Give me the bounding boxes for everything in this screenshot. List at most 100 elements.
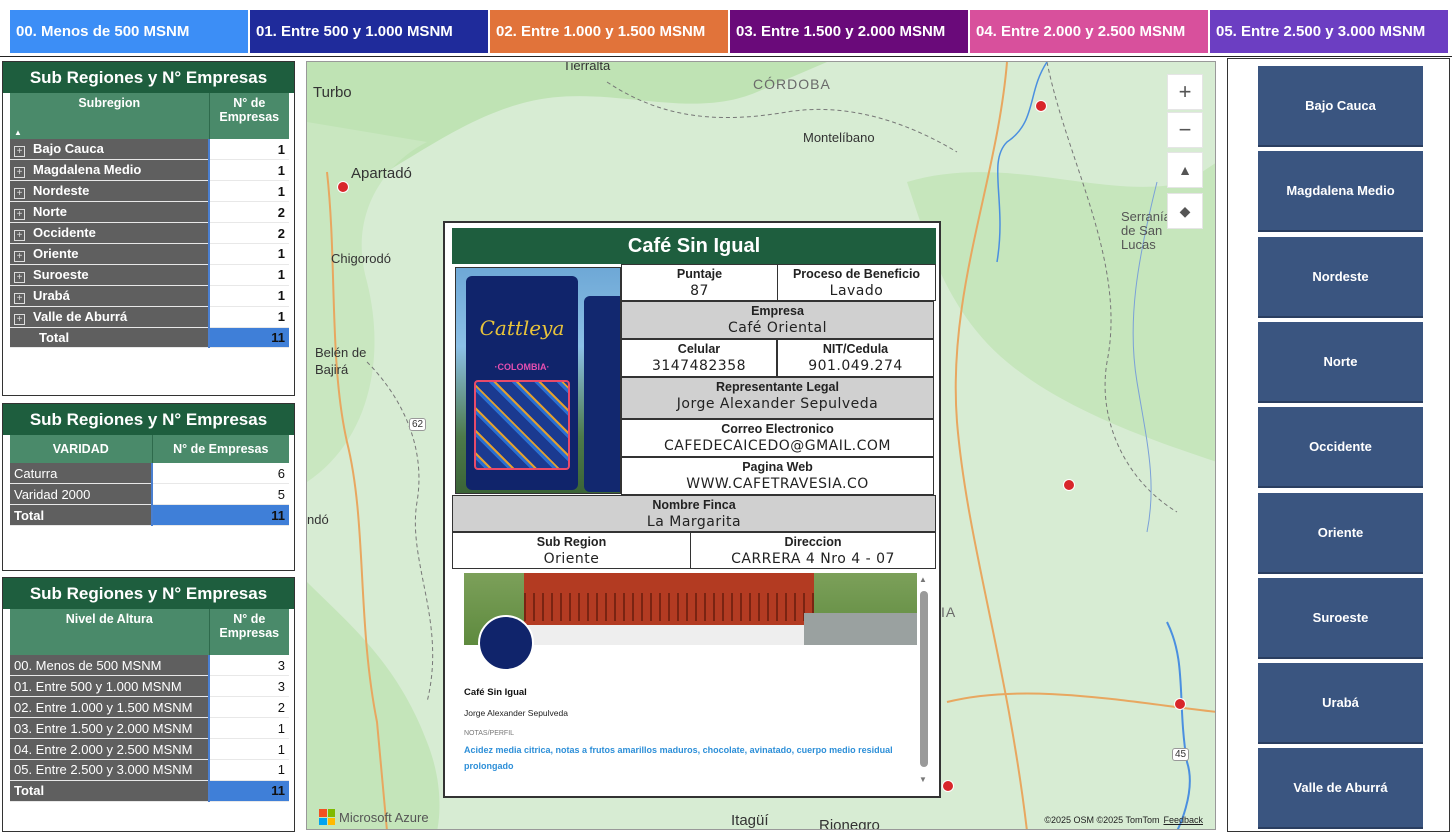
slicer-button[interactable]: Norte (1258, 321, 1423, 403)
legend-item[interactable]: 05. Entre 2.500 y 3.000 MSNM (1210, 10, 1448, 53)
expand-icon[interactable]: + (14, 167, 25, 179)
slicer-button[interactable]: Valle de Aburrá (1258, 748, 1423, 830)
table-row[interactable]: + Occidente 2 (10, 222, 289, 244)
map-marker[interactable] (942, 780, 954, 792)
map-label-itagui: Itagüí (731, 812, 769, 829)
row-label: Caturra (14, 465, 58, 481)
tilt-icon[interactable]: ▲ (1167, 152, 1203, 188)
expand-icon[interactable]: + (14, 292, 25, 304)
scroll-thumb[interactable] (920, 591, 928, 767)
expand-icon[interactable]: + (14, 146, 25, 158)
row-label-cell: + Urabá (10, 285, 210, 307)
slicer-button[interactable]: Occidente (1258, 407, 1423, 489)
legend-item[interactable]: 00. Menos de 500 MSNM (10, 10, 248, 53)
expand-icon[interactable]: + (14, 209, 25, 221)
table-row[interactable]: + Nordeste 1 (10, 180, 289, 203)
legend-item[interactable]: 04. Entre 2.000 y 2.500 MSNM (970, 10, 1208, 53)
table-row[interactable]: 00. Menos de 500 MSNM 3 (10, 655, 289, 677)
expand-icon[interactable]: + (14, 313, 25, 325)
map-label-turbo: Turbo (313, 84, 352, 101)
celular-label: Celular (677, 342, 721, 356)
column-header-variety[interactable]: VARIDAD (10, 435, 152, 463)
row-label: 05. Entre 2.500 y 3.000 MSNM (14, 762, 193, 778)
map-label-tierralta: Tierralta (563, 61, 611, 73)
feedback-link[interactable]: Feedback (1163, 815, 1203, 825)
correo-label: Correo Electronico (721, 422, 834, 436)
total-row: Total 11 (10, 504, 289, 527)
direccion-label: Direccion (784, 535, 842, 549)
table-row[interactable]: Caturra 6 (10, 463, 289, 485)
column-header-altitude[interactable]: Nivel de Altura (10, 609, 209, 655)
post-author: Café Sin Igual (464, 687, 527, 698)
slicer-button[interactable]: Magdalena Medio (1258, 151, 1423, 233)
expand-icon[interactable]: + (14, 271, 25, 283)
finca-label: Nombre Finca (652, 498, 736, 512)
puntaje-value: 87 (690, 283, 709, 299)
table-row[interactable]: + Bajo Cauca 1 (10, 139, 289, 161)
slicer-button[interactable]: Suroeste (1258, 577, 1423, 659)
table-row[interactable]: 04. Entre 2.000 y 2.500 MSNM 1 (10, 738, 289, 760)
table-row[interactable]: 01. Entre 500 y 1.000 MSNM 3 (10, 675, 289, 698)
column-header-count[interactable]: N° de Empresas (208, 93, 289, 139)
empresa-value: Café Oriental (728, 320, 827, 336)
row-label: Bajo Cauca (33, 141, 104, 157)
row-value: 3 (209, 655, 289, 677)
map-marker[interactable] (1035, 100, 1047, 112)
expand-icon[interactable]: + (14, 188, 25, 200)
column-header-count[interactable]: N° de Empresas (208, 609, 289, 655)
direccion-value: CARRERA 4 Nro 4 - 07 (731, 551, 895, 567)
total-row: Total 11 (10, 780, 289, 802)
compass-icon[interactable]: ◆ (1167, 193, 1203, 229)
map-label-rionegro: Rionegro (819, 817, 880, 830)
variety-table: VARIDAD N° de Empresas Caturra 6 Varidad 2… (10, 435, 289, 527)
expand-icon[interactable]: + (14, 230, 25, 241)
legend-item[interactable]: 03. Entre 1.500 y 2.000 MSNM (730, 10, 968, 53)
map-label-montelibano: Montelíbano (803, 130, 875, 145)
scroll-up-icon[interactable]: ▲ (919, 575, 927, 584)
table-row[interactable]: 05. Entre 2.500 y 3.000 MSNM 1 (10, 759, 289, 781)
map-marker[interactable] (1174, 698, 1186, 710)
row-label: 04. Entre 2.000 y 2.500 MSNM (14, 741, 193, 757)
social-post: Café Sin Igual Jorge Alexander Sepulveda… (458, 571, 928, 791)
coffee-bag: Cattleya ·COLOMBIA· (466, 276, 578, 490)
legend-item[interactable]: 02. Entre 1.000 y 1.500 MSNM (490, 10, 728, 53)
row-label: Magdalena Medio (33, 162, 142, 178)
table-row[interactable]: Varidad 2000 5 (10, 483, 289, 506)
table-row[interactable]: + Urabá 1 (10, 285, 289, 307)
row-label: Varidad 2000 (14, 486, 91, 502)
column-header-count[interactable]: N° de Empresas (151, 435, 289, 463)
expand-icon[interactable]: + (14, 250, 25, 262)
coffee-bag-secondary (584, 296, 620, 492)
representante-label: Representante Legal (716, 380, 839, 394)
row-label-cell: 01. Entre 500 y 1.000 MSNM (10, 675, 210, 698)
nit-cell: NIT/Cedula 901.049.274 (777, 339, 934, 377)
legend-item[interactable]: 01. Entre 500 y 1.000 MSNM (250, 10, 488, 53)
slicer-button[interactable]: Urabá (1258, 663, 1423, 745)
row-label-cell: + Oriente (10, 243, 210, 265)
total-label: Total (10, 780, 210, 802)
table-row[interactable]: + Valle de Aburrá 1 (10, 306, 289, 328)
web-value[interactable]: WWW.CAFETRAVESIA.CO (622, 476, 933, 492)
slicer-button[interactable]: Nordeste (1258, 236, 1423, 318)
post-scrollbar[interactable]: ▲ ▼ (919, 575, 928, 787)
zoom-in-button[interactable]: + (1167, 74, 1203, 110)
notes-label: NOTAS/PERFIL (464, 730, 515, 737)
avatar (478, 615, 534, 671)
map-marker[interactable] (1063, 479, 1075, 491)
column-header-subregion[interactable]: Subregion ▲ (10, 93, 209, 139)
slicer-button[interactable]: Bajo Cauca (1258, 66, 1423, 147)
table-row[interactable]: + Oriente 1 (10, 243, 289, 265)
table-row[interactable]: + Norte 2 (10, 201, 289, 224)
table-row[interactable]: + Suroeste 1 (10, 264, 289, 286)
map-label-cordoba: CÓRDOBA (753, 76, 831, 92)
coffee-bag-image: Cattleya ·COLOMBIA· (455, 267, 621, 494)
row-label-cell: Varidad 2000 (10, 483, 153, 506)
map-marker[interactable] (337, 181, 349, 193)
table-row[interactable]: 02. Entre 1.000 y 1.500 MSNM 2 (10, 696, 289, 719)
scroll-down-icon[interactable]: ▼ (919, 775, 927, 784)
map-label-belen: Belén de Bajirá (315, 345, 367, 377)
table-row[interactable]: + Magdalena Medio 1 (10, 159, 289, 182)
table-row[interactable]: 03. Entre 1.500 y 2.000 MSNM 1 (10, 717, 289, 740)
slicer-button[interactable]: Oriente (1258, 492, 1423, 574)
zoom-out-button[interactable]: − (1167, 112, 1203, 148)
